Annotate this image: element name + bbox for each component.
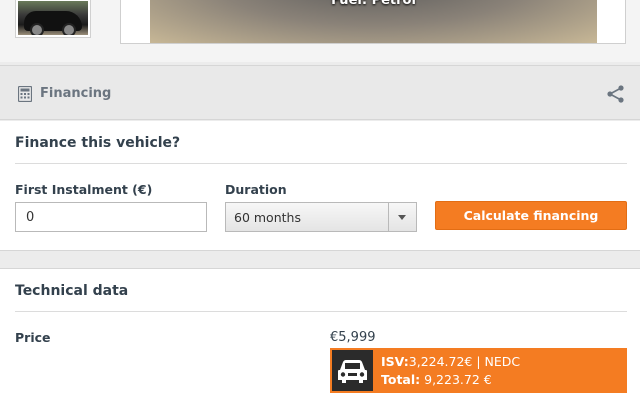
isv-tax-box: ISV:3,224.72€ | NEDC Total: 9,223.72 € [330,348,627,393]
financing-section-header[interactable]: Financing [0,65,640,120]
finance-form-card: Finance this vehicle? First Instalment (… [0,121,640,251]
duration-value: 60 months [234,210,301,225]
car-photo[interactable]: Fuel: Petrol [150,0,597,43]
divider [15,311,627,312]
duration-select[interactable]: 60 months [225,202,417,232]
duration-label: Duration [225,182,287,197]
total-label: Total: [381,372,421,387]
price-value: €5,999 [330,330,376,345]
calculator-icon [18,86,32,102]
share-icon[interactable] [606,84,626,104]
price-label: Price [15,330,51,345]
first-instalment-input[interactable] [15,202,207,232]
technical-data-card: Technical data Price €5,999 ISV:3,224.72… [0,268,640,401]
technical-data-heading: Technical data [15,283,129,299]
isv-value: 3,224.72€ | NEDC [408,354,521,369]
car-front-icon [332,350,373,391]
photo-overlay-text: Fuel: Petrol [331,0,416,8]
select-separator [388,203,389,231]
total-line: Total: 9,223.72 € [381,372,492,387]
total-value: 9,223.72 € [420,372,492,387]
financing-title: Financing [40,86,112,101]
finance-heading: Finance this vehicle? [15,135,181,151]
photo-gallery: Fuel: Petrol [0,0,640,62]
car-thumbnail-image [18,1,88,35]
gallery-thumbnail[interactable] [15,0,91,38]
main-photo-frame: Fuel: Petrol [120,0,626,44]
first-instalment-label: First Instalment (€) [15,182,153,197]
calculate-financing-button[interactable]: Calculate financing [435,201,627,230]
isv-line: ISV:3,224.72€ | NEDC [381,354,520,369]
isv-label: ISV: [381,354,409,369]
chevron-down-icon [398,215,406,220]
divider [15,163,627,164]
